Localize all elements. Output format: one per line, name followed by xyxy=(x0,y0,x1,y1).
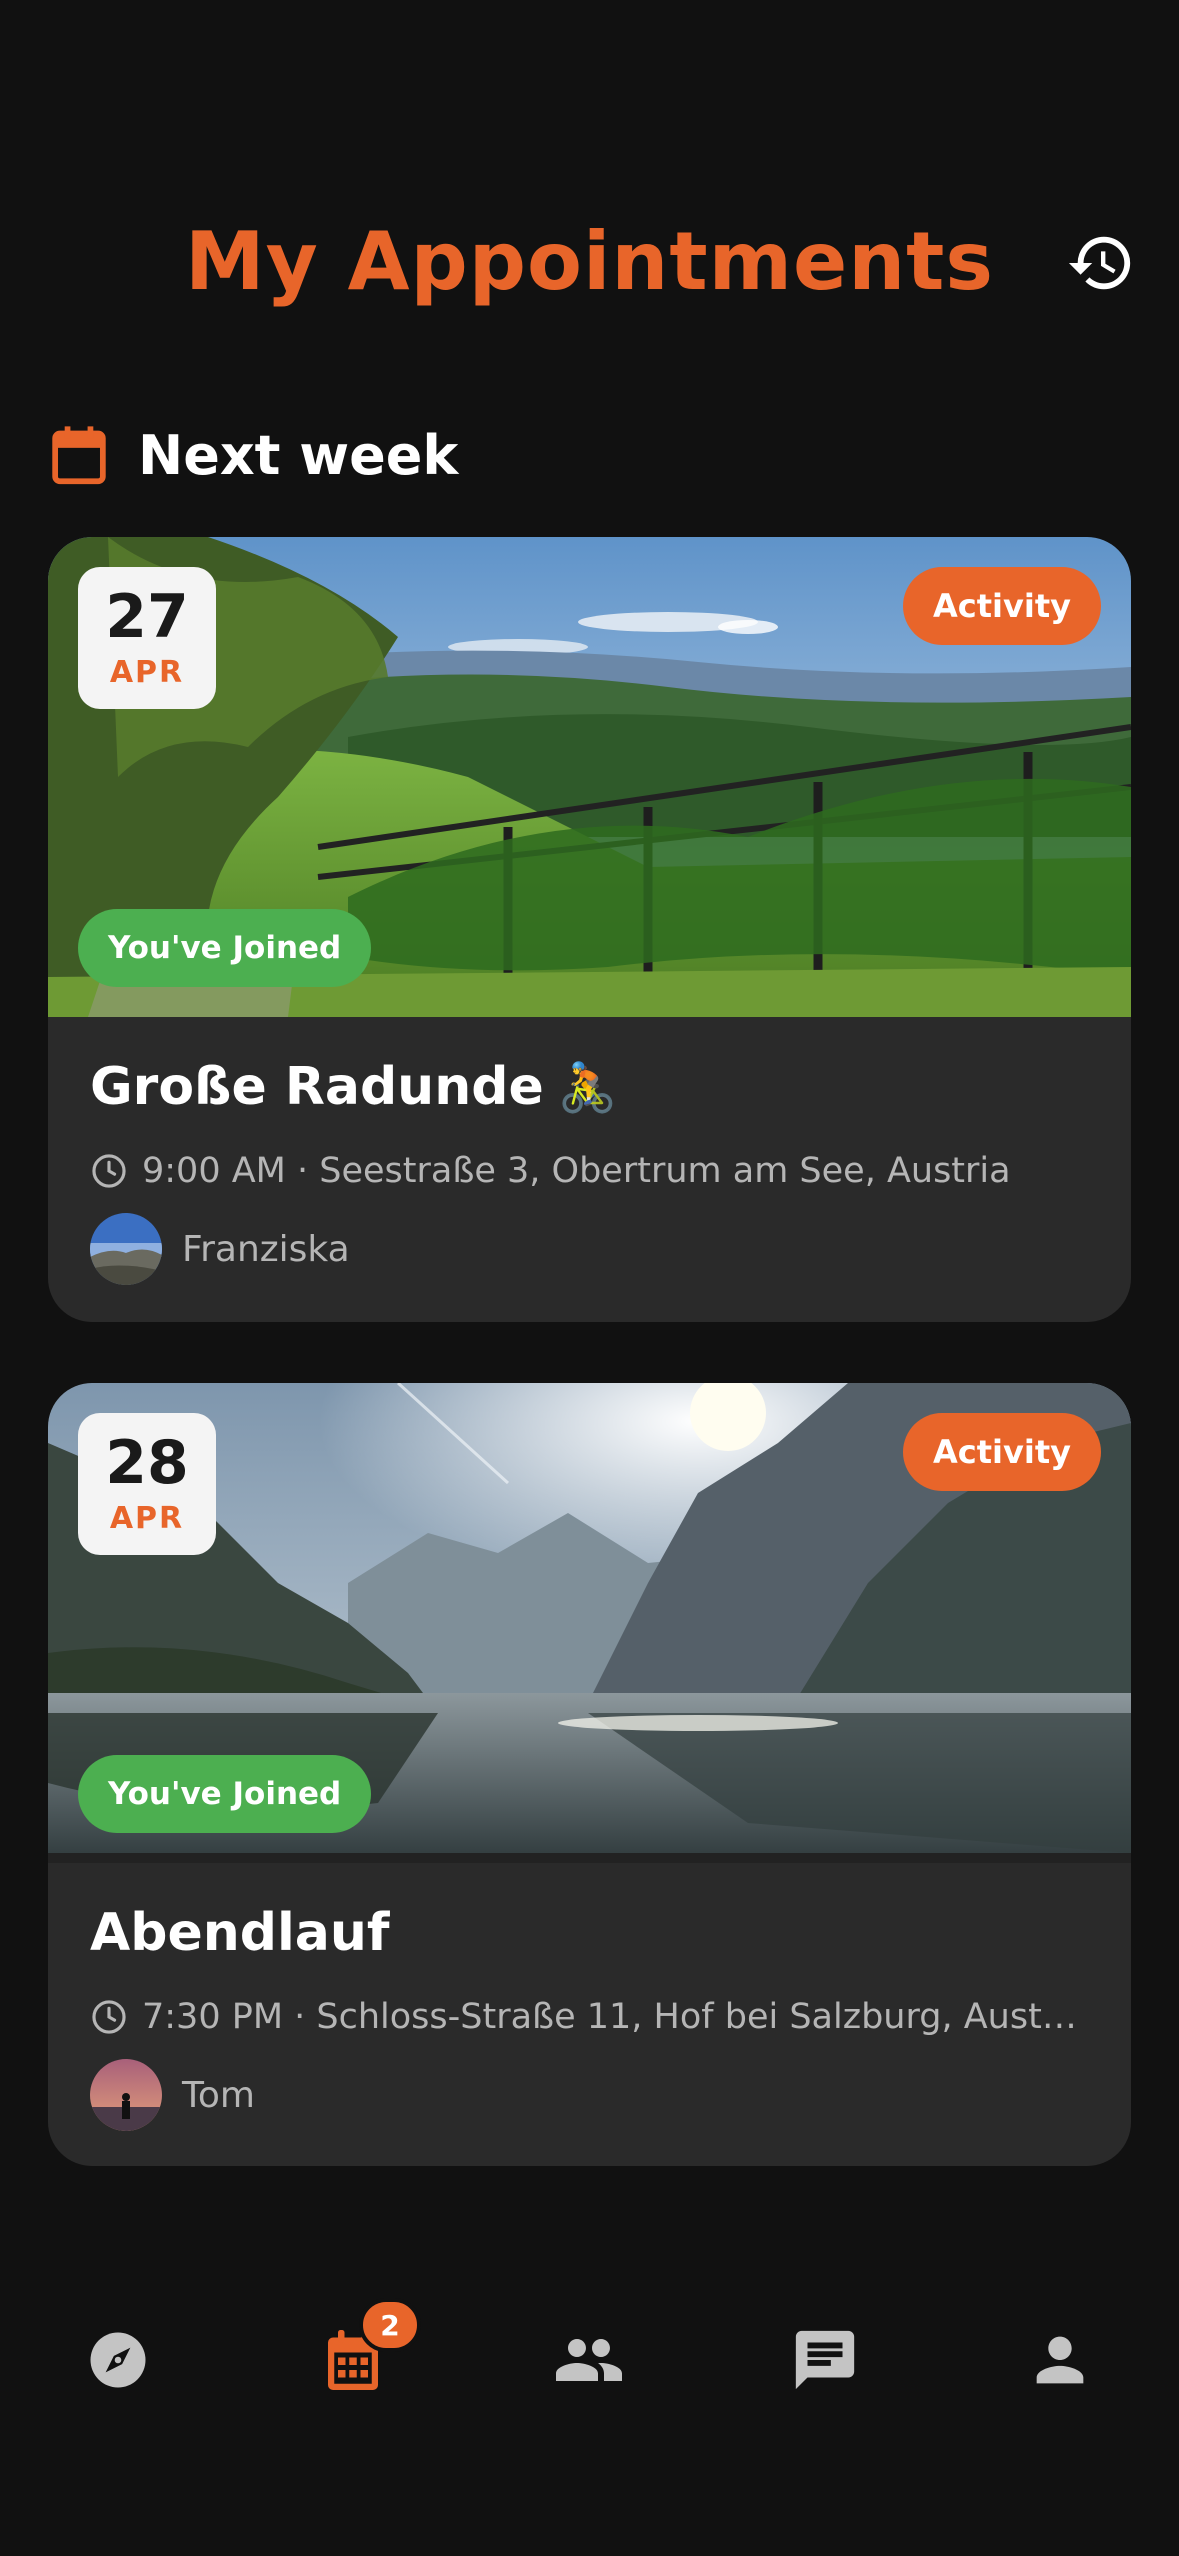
history-icon xyxy=(1068,236,1131,290)
history-button[interactable] xyxy=(1063,225,1139,301)
nav-people[interactable] xyxy=(539,2310,639,2410)
clock-icon xyxy=(92,2000,126,2034)
host-info[interactable]: Tom xyxy=(90,2059,1089,2131)
appointment-details: Abendlauf 7:30 PM · Schloss-Straße 11, H… xyxy=(90,1903,1089,2131)
appointment-card[interactable]: 27 APR Activity You've Joined Große Radu… xyxy=(48,537,1131,1322)
nav-profile[interactable] xyxy=(1010,2310,1110,2410)
appointment-image: 27 APR Activity You've Joined xyxy=(48,537,1131,1017)
section-title: Next week xyxy=(138,423,459,487)
date-badge: 27 APR xyxy=(78,567,216,709)
page-title: My Appointments xyxy=(184,215,995,308)
host-info[interactable]: Franziska xyxy=(90,1213,1089,1285)
compass-icon xyxy=(90,2332,146,2388)
calendar-icon xyxy=(52,426,106,485)
section-heading: Next week xyxy=(50,420,458,490)
nav-appointments[interactable]: 2 xyxy=(303,2298,421,2410)
appointment-title-text: Abendlauf xyxy=(90,1903,390,1963)
time-location: 7:30 PM · Schloss-Straße 11, Hof bei Sal… xyxy=(142,1997,1077,2037)
host-name: Tom xyxy=(182,2074,255,2116)
header: My Appointments xyxy=(0,200,1179,330)
bottom-navigation: 2 xyxy=(0,2298,1179,2410)
joined-badge: You've Joined xyxy=(78,1755,372,1833)
appointments-screen: My Appointments Next week 27 APR Activit… xyxy=(0,0,1179,2556)
avatar xyxy=(90,2059,162,2131)
date-month: APR xyxy=(109,654,185,690)
appointment-meta: 9:00 AM · Seestraße 3, Obertrum am See, … xyxy=(90,1151,1089,1191)
clock-icon xyxy=(92,1154,126,1188)
person-icon xyxy=(1036,2336,1084,2384)
appointment-meta: 7:30 PM · Schloss-Straße 11, Hof bei Sal… xyxy=(90,1997,1089,2037)
avatar xyxy=(90,1213,162,1285)
host-name: Franziska xyxy=(182,1228,350,1270)
appointment-title: Große Radunde 🚴 xyxy=(90,1057,1089,1117)
nav-explore[interactable] xyxy=(68,2310,168,2410)
joined-badge: You've Joined xyxy=(78,909,372,987)
appointment-image: 28 APR Activity You've Joined xyxy=(48,1383,1131,1863)
people-icon xyxy=(556,2339,622,2381)
date-day: 27 xyxy=(105,581,189,652)
date-day: 28 xyxy=(105,1427,189,1498)
appointment-title-text: Große Radunde xyxy=(90,1057,544,1117)
date-month: APR xyxy=(109,1500,185,1536)
nav-messages[interactable] xyxy=(775,2310,875,2410)
time-location: 9:00 AM · Seestraße 3, Obertrum am See, … xyxy=(142,1151,1011,1191)
appointment-title: Abendlauf xyxy=(90,1903,1089,1963)
cyclist-emoji: 🚴 xyxy=(557,1059,618,1116)
appointment-card[interactable]: 28 APR Activity You've Joined Abendlauf … xyxy=(48,1383,1131,2166)
appointment-details: Große Radunde 🚴 9:00 AM · Seestraße 3, O… xyxy=(90,1057,1089,1285)
chat-icon xyxy=(795,2330,855,2390)
notification-badge: 2 xyxy=(359,2298,421,2352)
date-badge: 28 APR xyxy=(78,1413,216,1555)
activity-badge: Activity xyxy=(903,1413,1101,1491)
activity-badge: Activity xyxy=(903,567,1101,645)
